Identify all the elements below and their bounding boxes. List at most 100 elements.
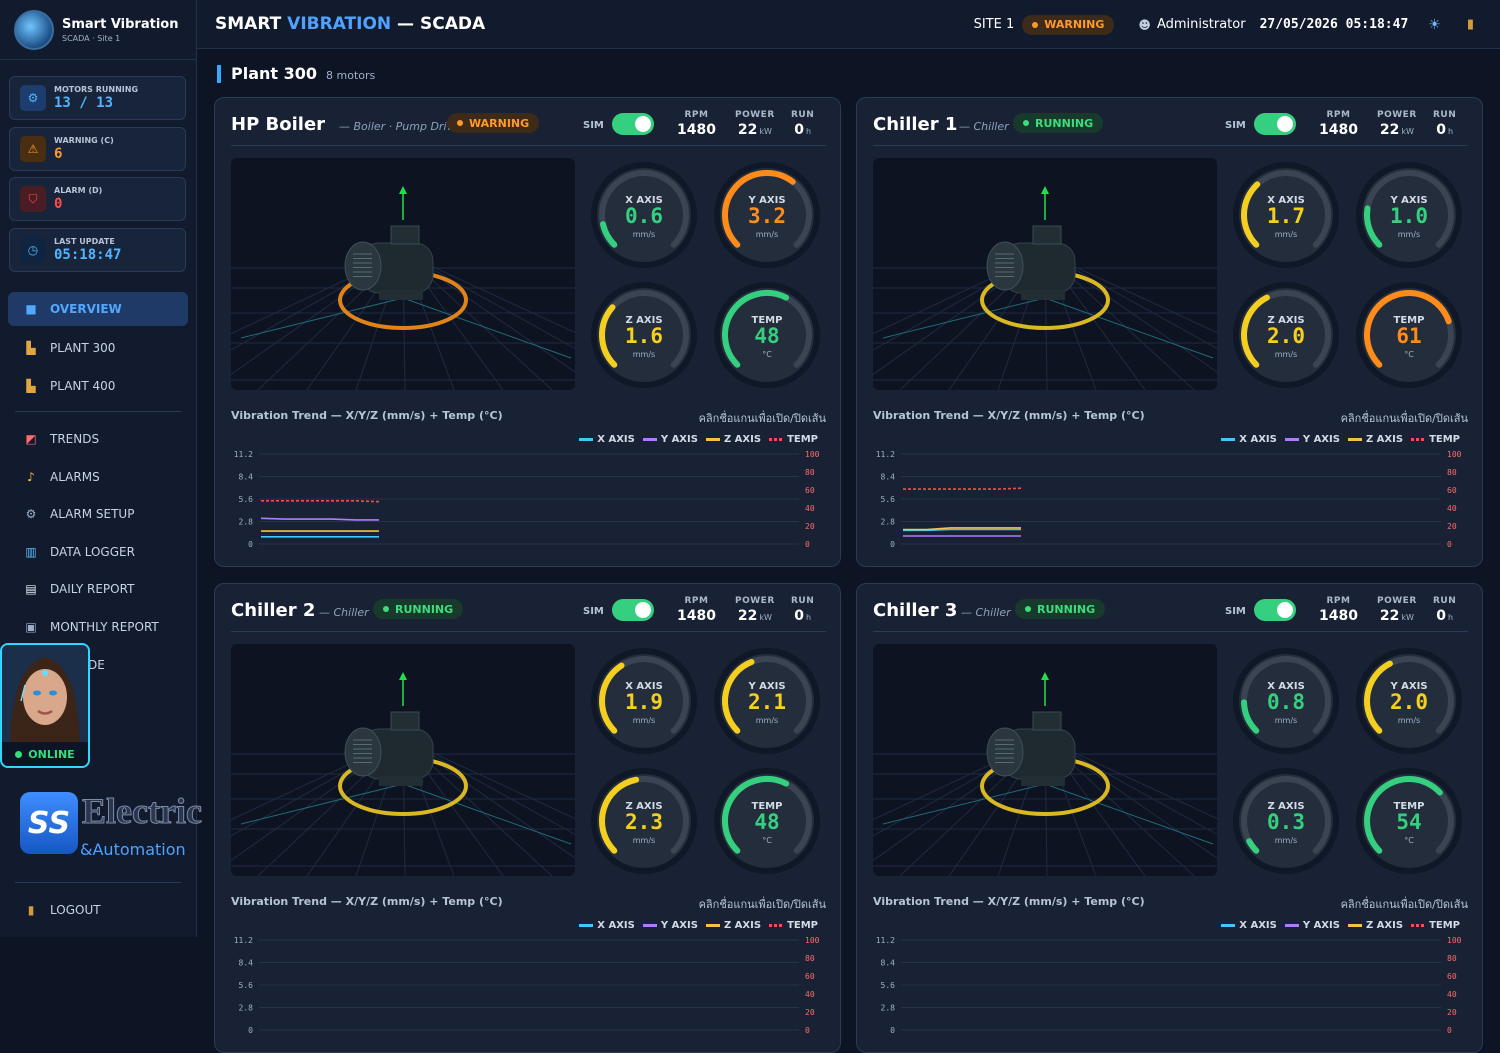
avatar-face-icon <box>2 645 88 745</box>
trend-legend: X AXIS Y AXIS Z AXIS TEMP <box>1213 434 1460 445</box>
power-value: 22 <box>737 608 758 624</box>
motor-name: Chiller 2 <box>231 600 316 621</box>
nav-label: DAILY REPORT <box>50 582 135 596</box>
motor-3d-view[interactable] <box>231 158 575 390</box>
right-tick-label: 20 <box>805 522 815 531</box>
nav-overview[interactable]: ■ OVERVIEW <box>8 292 188 326</box>
rpm-metric: RPM 1480 <box>677 110 716 138</box>
legend-temp[interactable]: TEMP <box>769 920 818 931</box>
legend-z[interactable]: Z AXIS <box>1347 434 1403 445</box>
right-tick-label: 60 <box>1447 972 1457 981</box>
sim-toggle[interactable] <box>1254 599 1296 621</box>
brand: Smart Vibration SCADA · Site 1 <box>0 0 196 60</box>
nav-plant-400[interactable]: ▙ PLANT 400 <box>8 369 188 403</box>
legend-y[interactable]: Y AXIS <box>642 434 698 445</box>
nav-plant-300[interactable]: ▙ PLANT 300 <box>8 331 188 365</box>
assistant-avatar[interactable]: ONLINE <box>0 643 90 768</box>
motor-3d-view[interactable] <box>231 644 575 876</box>
nav-daily-report[interactable]: ▤ DAILY REPORT <box>8 572 188 606</box>
x-axis-gauge: X AXIS 0.6 mm/s <box>589 160 699 270</box>
stat-card: ◷ LAST UPDATE 05:18:47 <box>9 227 186 272</box>
right-tick-label: 0 <box>1447 1026 1452 1035</box>
trend-chart[interactable]: 11.2 8.4 5.6 2.8 0 100 80 60 40 20 0 <box>871 446 1471 551</box>
rpm-metric: RPM 1480 <box>1319 110 1358 138</box>
gauge-unit: mm/s <box>632 716 656 725</box>
page-title: SMART VIBRATION — SCADA <box>215 14 486 34</box>
nav-monthly-report[interactable]: ▣ MONTHLY REPORT <box>8 610 188 644</box>
right-tick-label: 100 <box>805 936 820 945</box>
stat-value: 6 <box>54 145 63 162</box>
nav-label: ALARMS <box>50 470 100 484</box>
bell-icon: ♪ <box>27 470 35 484</box>
legend-x[interactable]: X AXIS <box>579 920 635 931</box>
site-label: SITE 1 <box>973 17 1015 32</box>
x-axis-gauge: X AXIS 0.8 mm/s <box>1231 646 1341 756</box>
trend-title: Vibration Trend — X/Y/Z (mm/s) + Temp (°… <box>873 409 1145 422</box>
series-temp-line <box>261 499 380 503</box>
stat-label: LAST UPDATE <box>54 236 115 246</box>
trend-legend: X AXIS Y AXIS Z AXIS TEMP <box>1213 920 1460 931</box>
legend-temp[interactable]: TEMP <box>1411 434 1460 445</box>
motor-type: — Chiller <box>961 606 1011 619</box>
brand-title: Smart Vibration <box>62 16 179 32</box>
legend-temp[interactable]: TEMP <box>769 434 818 445</box>
stat-label: ALARM (D) <box>54 186 103 195</box>
gauge-value: 0.8 <box>1267 690 1305 714</box>
right-tick-label: 100 <box>805 450 820 459</box>
power-value: 22 <box>1379 122 1400 138</box>
motor-3d-view[interactable] <box>873 158 1217 390</box>
logout-divider <box>15 882 181 883</box>
nav-label: PLANT 300 <box>50 341 116 355</box>
theme-toggle-icon[interactable]: ☀ <box>1428 17 1441 33</box>
left-tick-label: 2.8 <box>239 1004 254 1013</box>
power-metric: POWER 22 kW <box>1377 110 1417 138</box>
legend-temp[interactable]: TEMP <box>1411 920 1460 931</box>
legend-x[interactable]: X AXIS <box>1221 920 1277 931</box>
sim-toggle[interactable] <box>1254 113 1296 135</box>
nav-data-logger[interactable]: ▥ DATA LOGGER <box>8 535 188 569</box>
factory-icon: ▙ <box>26 379 36 393</box>
sim-toggle[interactable] <box>612 113 654 135</box>
legend-z[interactable]: Z AXIS <box>1347 920 1403 931</box>
left-tick-label: 5.6 <box>239 495 254 504</box>
nav-label: DATA LOGGER <box>50 545 135 559</box>
sim-toggle[interactable] <box>612 599 654 621</box>
trend-chart[interactable]: 11.2 8.4 5.6 2.8 0 100 80 60 40 20 0 <box>229 932 829 1037</box>
gauge-unit: mm/s <box>755 716 779 725</box>
left-tick-label: 0 <box>890 1026 895 1035</box>
legend-y[interactable]: Y AXIS <box>1284 920 1340 931</box>
motor-name: Chiller 3 <box>873 600 958 621</box>
rpm-metric: RPM 1480 <box>1319 596 1358 624</box>
legend-x[interactable]: X AXIS <box>1221 434 1277 445</box>
nav-alarm-setup[interactable]: ⚙ ALARM SETUP <box>8 497 188 531</box>
right-tick-label: 100 <box>1447 450 1462 459</box>
rpm-value: 1480 <box>1319 122 1358 138</box>
legend-z[interactable]: Z AXIS <box>705 434 761 445</box>
left-tick-label: 11.2 <box>876 450 895 459</box>
stat-card: ⚙ MOTORS RUNNING 13 / 13 <box>9 76 186 120</box>
user-name[interactable]: Administrator <box>1157 17 1246 32</box>
trend-chart-icon: ◩ <box>25 432 37 446</box>
left-tick-label: 0 <box>248 540 253 549</box>
logout-button[interactable]: ▮ LOGOUT <box>8 893 188 927</box>
legend-y[interactable]: Y AXIS <box>642 920 698 931</box>
right-tick-label: 0 <box>805 1026 810 1035</box>
legend-y[interactable]: Y AXIS <box>1284 434 1340 445</box>
nav-alarms[interactable]: ♪ ALARMS <box>8 460 188 494</box>
gauge-value: 61 <box>1396 324 1422 348</box>
sim-label: SIM <box>1225 606 1246 617</box>
logout-icon[interactable]: ▮ <box>1467 17 1474 32</box>
trend-chart[interactable]: 11.2 8.4 5.6 2.8 0 100 80 60 40 20 0 <box>871 932 1471 1037</box>
temp-gauge: TEMP 48 °C <box>712 766 822 876</box>
z-axis-gauge: Z AXIS 1.6 mm/s <box>589 280 699 390</box>
trend-chart[interactable]: 11.2 8.4 5.6 2.8 0 100 80 60 40 20 0 <box>229 446 829 551</box>
legend-x[interactable]: X AXIS <box>579 434 635 445</box>
motor-3d-view[interactable] <box>873 644 1217 876</box>
gauge-unit: mm/s <box>1397 230 1421 239</box>
run-value: 0 <box>1436 608 1446 624</box>
legend-z[interactable]: Z AXIS <box>705 920 761 931</box>
nav-label: MONTHLY REPORT <box>50 620 159 634</box>
nav-trends[interactable]: ◩ TRENDS <box>8 422 188 456</box>
left-tick-label: 5.6 <box>239 981 254 990</box>
left-tick-label: 8.4 <box>881 473 896 482</box>
